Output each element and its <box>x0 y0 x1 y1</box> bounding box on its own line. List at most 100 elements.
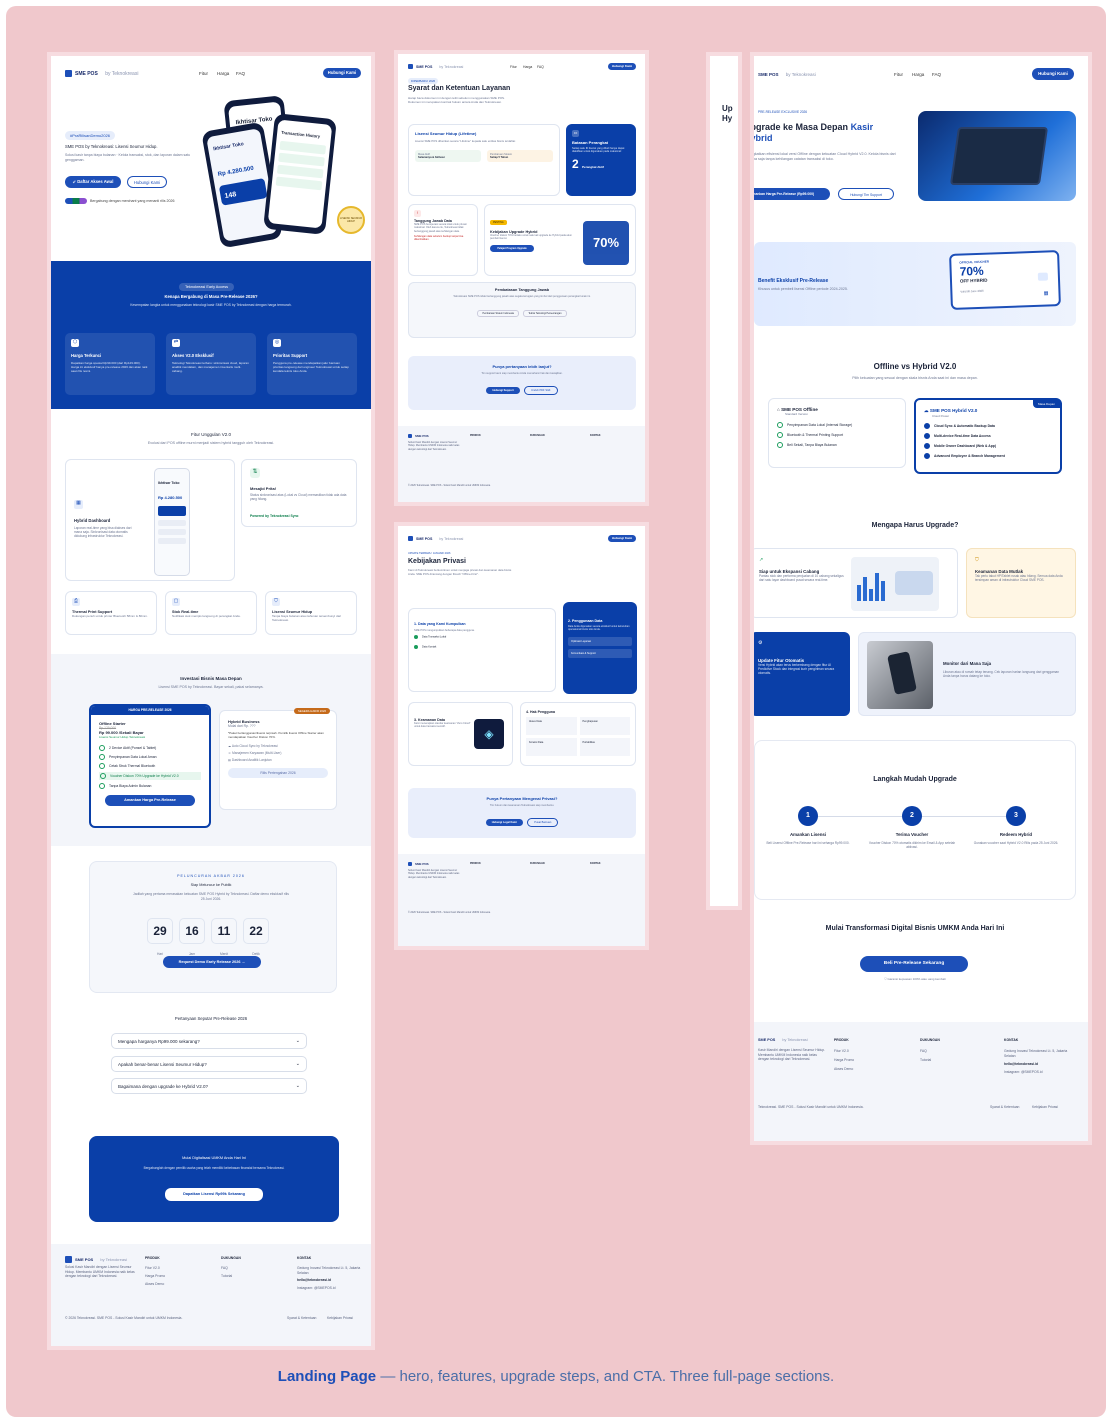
footer-logo[interactable]: SME POS by Teknokreasi <box>65 1256 127 1263</box>
terms-link[interactable]: Syarat & Ketentuan <box>287 1316 316 1320</box>
footer-logo[interactable]: SME POS <box>408 434 429 438</box>
faq-item[interactable]: Mengapa harganya Rp99.000 sekarang? ⌄ <box>111 1033 307 1049</box>
footer-desc: Solusi Kasir Mandiri dengan Lisensi Seum… <box>408 869 460 879</box>
nav-link-faq[interactable]: FAQ <box>932 72 941 77</box>
privacy-link[interactable]: Kebijakan Privasi <box>327 1316 353 1320</box>
contact-legal-button[interactable]: Hubungi Legal Kami <box>485 819 523 826</box>
feature-text: Tanpa biaya bulanan atau tahunan tersemb… <box>272 614 342 622</box>
release-button[interactable]: Rilis Pertengahan 2026 <box>228 768 328 778</box>
get-license-button[interactable]: Dapatkan Lisensi Rp99k Sekarang <box>165 1188 263 1201</box>
limits-badge: Teknis Teknologi Perseorangan <box>523 310 567 318</box>
nav-link-fitur[interactable]: Fitur <box>199 71 208 76</box>
contact-button[interactable]: Hubungi Kami <box>1032 68 1074 80</box>
brand-logo[interactable]: SME POS by Teknokreasi <box>408 64 463 69</box>
box-icon: ▢ <box>172 598 180 606</box>
nav-link-faq[interactable]: FAQ <box>537 65 544 69</box>
footer-logo[interactable]: SME POS by Teknokreasi <box>758 1038 808 1042</box>
contact-support-button[interactable]: Hubungi Tim Support <box>838 188 894 200</box>
caption-rest: — hero, features, upgrade steps, and CTA… <box>380 1368 835 1385</box>
nav-link-faq[interactable]: FAQ <box>236 71 245 76</box>
price-feature: 2 Device Aktif (Ponsel & Tablet) <box>99 745 201 751</box>
price-feature: Cetak Struk Thermal Bluetooth <box>99 763 201 769</box>
terms-title: Syarat dan Ketentuan Layanan <box>408 85 511 92</box>
offline-title: Mesajid Prita! <box>250 486 277 491</box>
footer-desc: Solusi Kasir Mandiri dengan Lisensi Seum… <box>65 1265 135 1278</box>
terms-link[interactable]: Syarat & Ketentuan <box>990 1105 1019 1109</box>
secure-price-button[interactable]: Amankan Harga Pre-Release (Rp99.000) <box>754 188 830 200</box>
tablet-image <box>918 111 1076 201</box>
section-title: 1. Data yang Kami Kumpulkan <box>414 622 466 626</box>
contact-button[interactable]: Hubungi Kami <box>608 535 636 542</box>
secure-price-button[interactable]: Amankan Harga Pre-Release <box>105 795 195 806</box>
footer-link[interactable]: FAQ <box>221 1266 228 1270</box>
price-head: HARGA PRE-RELEASE 2026 <box>91 706 209 715</box>
footer-link[interactable]: Akses Demo <box>145 1282 164 1286</box>
help-text: Tim support kami siap membantu Anda mema… <box>481 372 563 375</box>
benefit-card-2: ⇄ Akses V2.0 Eksklusif Teknologi Teknokr… <box>166 333 256 395</box>
why-card-title: Monitor dari Mana Saja <box>943 661 992 666</box>
hybrid-text: Laporan real-time yang bisa diakses dari… <box>74 526 132 539</box>
request-demo-button[interactable]: Request Demo Early Release 2026 → <box>163 956 261 968</box>
right-item: Portabilitas <box>579 738 630 756</box>
why-card-text: Pantau stok dan performa penjualan di 10… <box>759 574 844 583</box>
footer-col-title: KONTAK <box>1004 1038 1019 1042</box>
faq-item[interactable]: Apakah benar-benar Lisensi Seumur Hidup?… <box>111 1056 307 1072</box>
support-icon: ◎ <box>273 339 281 347</box>
footer-instagram[interactable]: Instagram: @SMEPOS.id <box>1004 1070 1043 1074</box>
offline-text: Status sinkronisasi atas (Lokal vs Cloud… <box>250 493 347 502</box>
brand-logo[interactable]: SME POS by Teknokreasi <box>408 536 463 541</box>
shield-check-icon: ⛉ <box>975 557 979 563</box>
license-card: Lisensi Seumur Hidup (Lifetime) Lisensi … <box>408 124 560 196</box>
hybrid-title: Hybrid Dashboard <box>74 518 111 523</box>
nav-link-fitur[interactable]: Fitur <box>894 72 903 77</box>
plan-feature: Penyimpanan Data Lokal (Internal Storage… <box>777 422 897 428</box>
brand-logo[interactable]: SME POS by Teknokreasi <box>758 72 816 77</box>
why-card-text: Liburan atau di rumah tetap tenang. Cek … <box>943 670 1060 679</box>
footer-address: Gedung Inovasi Teknokreasi Lt. 5, Jakart… <box>1004 1049 1068 1058</box>
footer-link[interactable]: Harga Promo <box>834 1058 854 1062</box>
privacy-link[interactable]: Kebijakan Privasi <box>1032 1105 1058 1109</box>
guarantee-note: ⛉ Garansi kepuasan 100% atau uang kembal… <box>884 977 946 981</box>
footer-link[interactable]: Harga Promo <box>145 1274 165 1278</box>
footer-email[interactable]: hello@teknokreasi.id <box>297 1278 331 1282</box>
privacy-page-card: SME POS by Teknokreasi Hubungi Kami UPDA… <box>398 526 645 946</box>
footer-link[interactable]: Tutorial <box>920 1058 931 1062</box>
nav-link-harga[interactable]: Harga <box>912 72 924 77</box>
upgrade-program-button[interactable]: Pelajari Program Upgrade <box>490 244 534 252</box>
faq-item[interactable]: Bagaimana dengan upgrade ke Hybrid V2.0?… <box>111 1078 307 1094</box>
footer-email[interactable]: hello@teknokreasi.id <box>1004 1062 1038 1066</box>
upgrade-text: Tingkatkan efisiensi lokal versi Offline… <box>754 152 896 161</box>
early-access-button[interactable]: ➶ Daftar Akses Awal <box>65 176 121 188</box>
buy-prerelease-button[interactable]: Beli Pre-Release Sekarang <box>860 956 968 972</box>
steps-title: Langkah Mudah Upgrade <box>873 776 957 783</box>
license-value: Selamanya & Aktivasi <box>418 155 445 159</box>
hero-trust: Bergabung dengan merchant yang menanti r… <box>65 198 175 204</box>
footer-logo[interactable]: SME POS <box>408 862 429 866</box>
contact-button[interactable]: Hubungi Kami <box>608 63 636 70</box>
privacy-chip: UPDATE TERBARU: JANUARI 2026 <box>408 552 451 555</box>
resp-text: SME POS beroperasi secara lokal untuk pr… <box>414 223 467 233</box>
nav-link-fitur[interactable]: Fitur <box>510 65 517 69</box>
help-center-button[interactable]: Pusat Bantuan <box>527 818 559 827</box>
footer-link[interactable]: Tutorial <box>221 1274 232 1278</box>
nav-link-harga[interactable]: Harga <box>217 71 229 76</box>
download-pdf-button[interactable]: Unduh PDF S&K <box>524 386 558 395</box>
nav-link-harga[interactable]: Harga <box>523 65 532 69</box>
resp-warning: Kehilangan data sebelum backup tanpa bis… <box>414 235 464 242</box>
footer-link[interactable]: Akses Demo <box>834 1067 853 1071</box>
footer-link[interactable]: Fitur V2.0 <box>834 1049 849 1053</box>
hero-contact-button[interactable]: Hubungi Kami <box>127 176 167 188</box>
footer-desc: Kasir Mandiri dengan Lisensi Seumur Hidu… <box>758 1048 826 1061</box>
footer-instagram[interactable]: Instagram: @SMEPOS.id <box>297 1286 336 1290</box>
showcase-caption: Landing Page — hero, features, upgrade s… <box>6 1368 1106 1385</box>
step-title: Redeem Hybrid <box>999 832 1033 837</box>
footer-link[interactable]: FAQ <box>920 1049 927 1053</box>
why-card-expansion: ↗ Siap untuk Ekspansi Cabang Pantau stok… <box>754 548 958 618</box>
footer-link[interactable]: Fitur V2.0 <box>145 1266 160 1270</box>
contact-button[interactable]: Hubungi Kami <box>323 68 361 78</box>
brand-logo[interactable]: SME POS by Teknokreasi <box>65 70 138 77</box>
terms-page-card: SME POS by Teknokreasi Fitur Harga FAQ H… <box>398 54 645 502</box>
benefit-text: Pengguna pre-release mendapatkan jalur b… <box>273 361 349 373</box>
contact-support-button[interactable]: Hubungi Support <box>486 387 520 394</box>
step-number: 2 <box>902 806 922 826</box>
